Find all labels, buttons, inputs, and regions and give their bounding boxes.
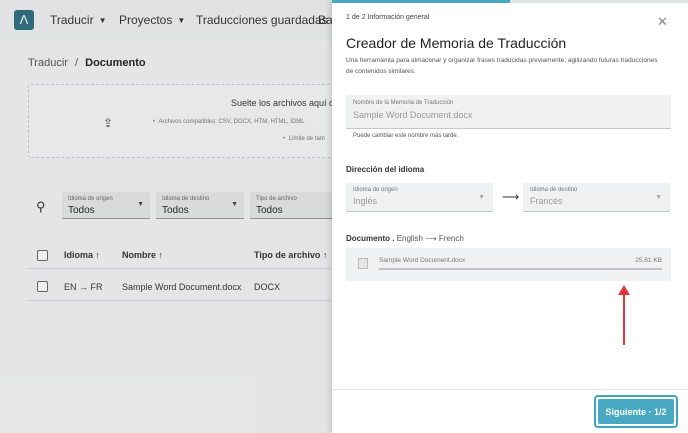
- source-language-select[interactable]: Idioma de origen Inglés ▼: [346, 183, 493, 212]
- field-label: Idioma de destino: [530, 187, 578, 193]
- arrow-right-icon: ⟶: [502, 190, 520, 204]
- file-name: Sample Word Document.docx: [379, 257, 466, 264]
- step-indicator: 1 de 2 Información general: [346, 14, 430, 21]
- field-label: Idioma de origen: [353, 187, 398, 193]
- close-icon[interactable]: ✕: [657, 14, 668, 30]
- field-value: Inglés: [353, 196, 378, 206]
- chevron-down-icon: ▼: [478, 194, 485, 201]
- field-value: Sample Word Document.docx: [353, 110, 473, 120]
- translation-memory-panel: 1 de 2 Información general ✕ Creador de …: [332, 0, 688, 433]
- step-progress-fill: [332, 0, 510, 3]
- panel-description: Una herramienta para almacenar y organiz…: [346, 57, 658, 75]
- chevron-down-icon: ▼: [655, 194, 662, 201]
- memory-name-field[interactable]: Nombre de la Memoria de Traducción Sampl…: [346, 95, 671, 129]
- file-size: 25.61 KB: [635, 257, 662, 264]
- footer-divider: [332, 389, 688, 390]
- field-value: Francés: [530, 196, 563, 206]
- file-card: Sample Word Document.docx 25.61 KB: [346, 248, 671, 281]
- field-label: Nombre de la Memoria de Traducción: [353, 100, 454, 106]
- panel-title: Creador de Memoria de Traducción: [346, 35, 567, 51]
- language-direction-title: Dirección del idioma: [346, 165, 425, 174]
- arrow-right-icon: ⟶: [425, 234, 437, 243]
- file-upload-bar: [379, 268, 662, 270]
- document-section-title: Documento . English ⟶ French: [346, 234, 464, 243]
- step-progress-bar: [332, 0, 688, 3]
- target-language-select[interactable]: Idioma de destino Francés ▼: [523, 183, 670, 212]
- file-icon: [358, 258, 368, 269]
- next-button[interactable]: Siguiente · 1/2: [598, 399, 674, 424]
- next-button-highlight: Siguiente · 1/2: [594, 395, 678, 428]
- annotation-arrow: [618, 285, 630, 345]
- name-hint: Puede cambiar este nombre más tarde.: [353, 133, 459, 139]
